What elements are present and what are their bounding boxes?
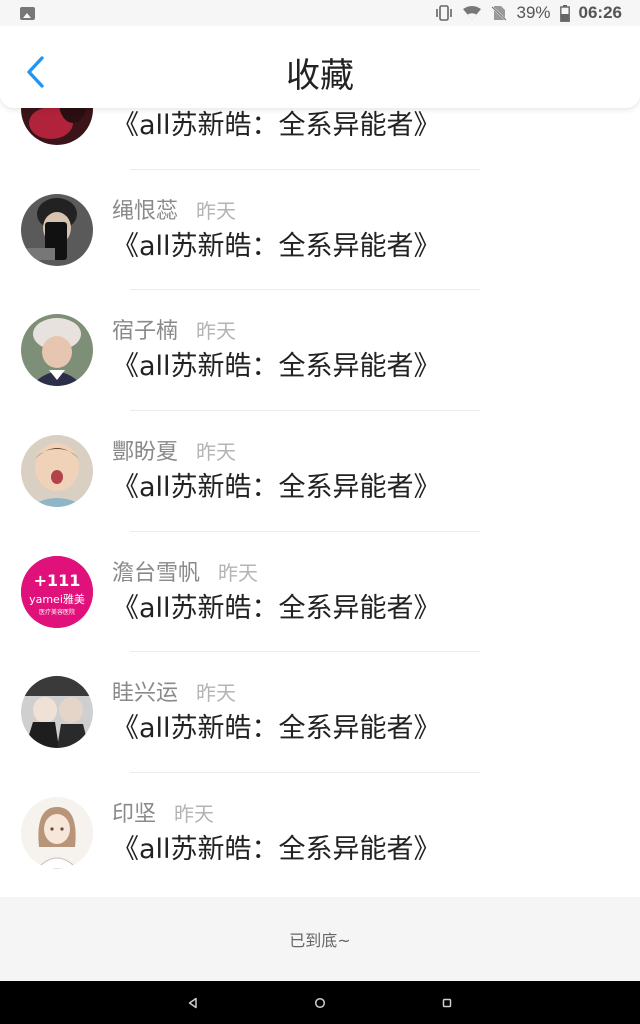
- item-title[interactable]: 《all苏新皓：全系异能者》: [112, 586, 441, 625]
- no-sim-icon: [491, 5, 508, 21]
- end-of-list: 已到底~: [0, 897, 640, 981]
- status-right: 39% 06:26: [435, 3, 622, 23]
- avatar[interactable]: [21, 676, 93, 749]
- item-title[interactable]: 《all苏新皓：全系异能者》: [112, 706, 441, 745]
- battery-icon: [559, 4, 570, 22]
- list-item[interactable]: 印坚 昨天 《all苏新皓：全系异能者》: [0, 773, 640, 894]
- avatar[interactable]: [21, 314, 93, 387]
- wifi-icon: [462, 5, 482, 21]
- vibrate-icon: [435, 5, 453, 21]
- avatar[interactable]: [21, 193, 93, 266]
- end-of-list-text: 已到底~: [289, 931, 351, 950]
- nav-back-icon: [189, 997, 198, 1008]
- status-left: [20, 6, 35, 20]
- avatar[interactable]: [21, 797, 93, 870]
- clock: 06:26: [578, 3, 622, 22]
- avatar-brand-text: yamei雅美: [29, 592, 85, 606]
- username[interactable]: 印坚: [112, 796, 156, 828]
- screen: 39% 06:26 《all苏新皓：全系异能者》 绳恨蕊 昨天 《all苏新皓：…: [0, 0, 640, 1024]
- favorites-list: 《all苏新皓：全系异能者》 绳恨蕊 昨天 《all苏新皓：全系异能者》 宿子楠…: [0, 49, 640, 894]
- battery-percent: 39%: [516, 3, 551, 22]
- username[interactable]: 澹台雪帆: [112, 555, 200, 587]
- nav-recents-button[interactable]: [437, 993, 457, 1013]
- item-meta: 印坚 昨天: [112, 796, 214, 828]
- item-title[interactable]: 《all苏新皓：全系异能者》: [112, 465, 441, 504]
- avatar-sub-text: 医疗美容医院: [39, 608, 75, 616]
- item-meta: 澹台雪帆 昨天: [112, 555, 258, 587]
- username[interactable]: 眭兴运: [112, 675, 178, 707]
- item-title[interactable]: 《all苏新皓：全系异能者》: [112, 827, 441, 866]
- nav-back-button[interactable]: [183, 993, 203, 1013]
- list-item[interactable]: 宿子楠 昨天 《all苏新皓：全系异能者》: [0, 290, 640, 412]
- item-title[interactable]: 《all苏新皓：全系异能者》: [112, 103, 441, 142]
- username[interactable]: 绳恨蕊: [112, 193, 178, 225]
- avatar-logo-text: +111: [34, 571, 81, 590]
- nav-home-button[interactable]: [310, 993, 330, 1013]
- date: 昨天: [174, 802, 215, 827]
- nav-home-icon: [314, 997, 326, 1008]
- image-icon: [20, 6, 35, 20]
- item-meta: 宿子楠 昨天: [112, 313, 236, 345]
- list-item[interactable]: 眭兴运 昨天 《all苏新皓：全系异能者》: [0, 652, 640, 774]
- list-item[interactable]: +111 yamei雅美 医疗美容医院 澹台雪帆 昨天 《all苏新皓：全系异能…: [0, 532, 640, 653]
- avatar[interactable]: +111 yamei雅美 医疗美容医院: [21, 555, 93, 628]
- nav-recents-icon: [442, 998, 451, 1007]
- date: 昨天: [196, 319, 237, 344]
- date: 昨天: [196, 440, 237, 465]
- status-bar: 39% 06:26: [0, 0, 640, 26]
- date: 昨天: [196, 681, 237, 706]
- item-meta: 绳恨蕊 昨天: [112, 193, 236, 225]
- item-meta: 酆盼夏 昨天: [112, 434, 236, 466]
- page-title: 收藏: [286, 56, 354, 96]
- username[interactable]: 酆盼夏: [112, 434, 178, 466]
- username[interactable]: 宿子楠: [112, 313, 178, 345]
- item-meta: 眭兴运 昨天: [112, 675, 236, 707]
- list-item[interactable]: 酆盼夏 昨天 《all苏新皓：全系异能者》: [0, 411, 640, 532]
- date: 昨天: [196, 198, 237, 223]
- header: 收藏: [0, 26, 640, 108]
- date: 昨天: [218, 560, 259, 585]
- list-item[interactable]: 绳恨蕊 昨天 《all苏新皓：全系异能者》: [0, 170, 640, 291]
- item-title[interactable]: 《all苏新皓：全系异能者》: [112, 344, 441, 383]
- avatar[interactable]: [21, 435, 93, 508]
- item-title[interactable]: 《all苏新皓：全系异能者》: [112, 224, 441, 263]
- navigation-bar: [0, 981, 640, 1024]
